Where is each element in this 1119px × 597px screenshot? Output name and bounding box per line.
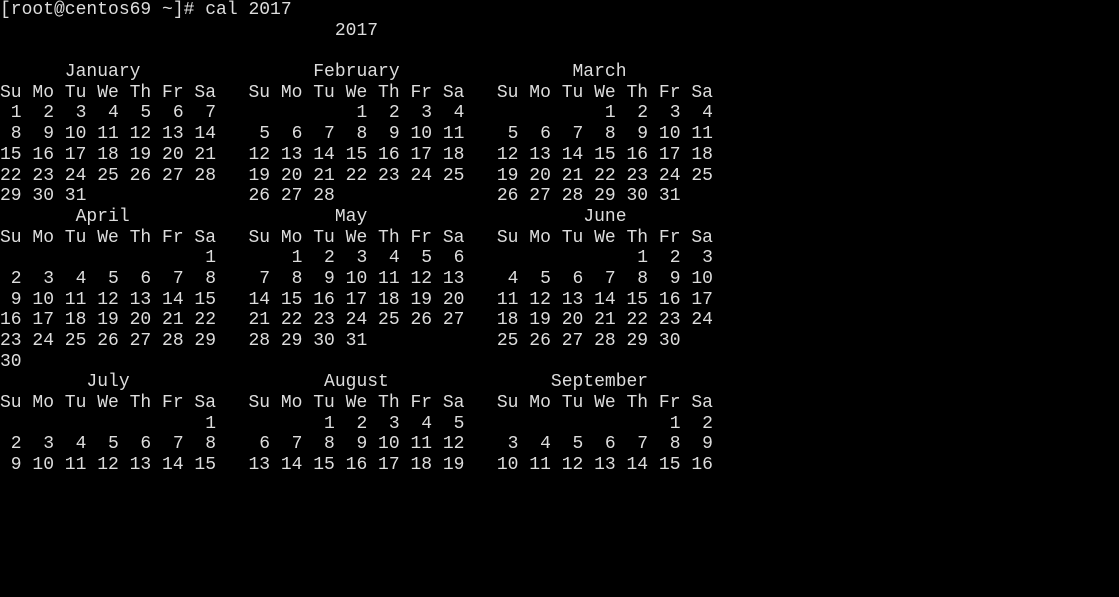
shell-prompt: [root@centos69 ~]# xyxy=(0,0,205,20)
command-text: cal 2017 xyxy=(205,0,291,20)
terminal-output[interactable]: [root@centos69 ~]# cal 2017 2017 January… xyxy=(0,0,1119,476)
